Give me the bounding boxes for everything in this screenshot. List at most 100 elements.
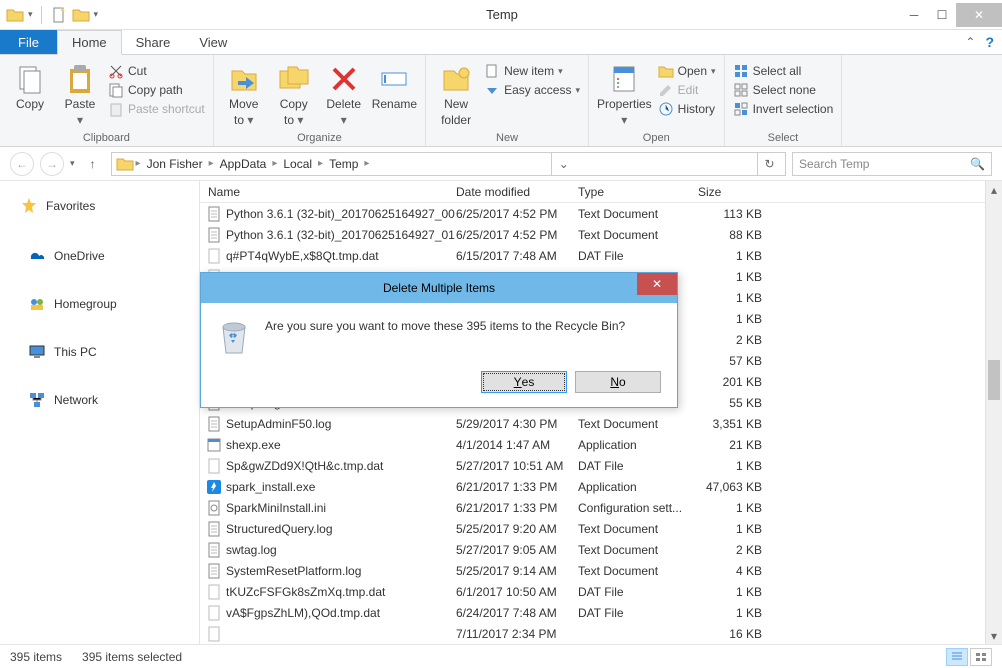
scrollbar[interactable]: ▴ ▾ bbox=[985, 181, 1002, 644]
file-name: Sp&gwZDd9X!QtH&c.tmp.dat bbox=[226, 459, 383, 473]
nav-history-dropdown[interactable]: ▾ bbox=[70, 158, 75, 169]
folder-icon bbox=[116, 156, 134, 172]
crumb-appdata[interactable]: AppData bbox=[216, 157, 271, 171]
refresh-button[interactable]: ↻ bbox=[757, 153, 781, 175]
select-all-button[interactable]: Select all bbox=[733, 63, 834, 79]
chevron-right-icon[interactable]: ▸ bbox=[364, 158, 369, 169]
file-type: DAT File bbox=[578, 249, 698, 263]
dialog-close-button[interactable]: ✕ bbox=[637, 273, 677, 295]
qat-dropdown-icon[interactable]: ▾ bbox=[28, 9, 33, 20]
sidebar-item-this-pc[interactable]: This PC bbox=[0, 339, 199, 365]
select-none-button[interactable]: Select none bbox=[733, 82, 834, 98]
sidebar-item-onedrive[interactable]: OneDrive bbox=[0, 243, 199, 269]
delete-button[interactable]: Delete ▾ bbox=[322, 59, 366, 127]
file-row[interactable]: Sp&gwZDd9X!QtH&c.tmp.dat 5/27/2017 10:51 … bbox=[200, 455, 1002, 476]
paste-shortcut-button[interactable]: Paste shortcut bbox=[108, 101, 205, 117]
tab-share[interactable]: Share bbox=[122, 30, 186, 54]
scrollbar-thumb[interactable] bbox=[988, 360, 1000, 400]
close-button[interactable]: ✕ bbox=[956, 3, 1002, 27]
minimize-button[interactable]: ─ bbox=[900, 3, 928, 27]
window-title: Temp bbox=[104, 7, 900, 22]
file-row[interactable]: shexp.exe4/1/2014 1:47 AMApplication21 K… bbox=[200, 434, 1002, 455]
chevron-right-icon[interactable]: ▸ bbox=[136, 158, 141, 169]
file-type: Text Document bbox=[578, 207, 698, 221]
easy-access-button[interactable]: Easy access ▾ bbox=[484, 82, 580, 98]
scrollbar-track[interactable] bbox=[986, 198, 1002, 627]
file-type: Text Document bbox=[578, 228, 698, 242]
chevron-right-icon[interactable]: ▸ bbox=[272, 158, 277, 169]
open-button[interactable]: Open ▾ bbox=[658, 63, 716, 79]
file-row[interactable]: vA$FgpsZhLM),QOd.tmp.dat 6/24/2017 7:48 A… bbox=[200, 602, 1002, 623]
copy-path-button[interactable]: Copy path bbox=[108, 82, 205, 98]
properties-icon[interactable] bbox=[72, 7, 90, 23]
column-date[interactable]: Date modified bbox=[456, 185, 578, 199]
move-to-button[interactable]: Move to ▾ bbox=[222, 59, 266, 127]
new-folder-button[interactable]: New folder bbox=[434, 59, 478, 127]
file-row[interactable]: SparkMiniInstall.ini6/21/2017 1:33 PMCon… bbox=[200, 497, 1002, 518]
search-input[interactable]: Search Temp 🔍 bbox=[792, 152, 992, 176]
rename-button[interactable]: Rename bbox=[372, 59, 417, 111]
crumb-temp[interactable]: Temp bbox=[325, 157, 362, 171]
new-doc-icon[interactable] bbox=[50, 7, 68, 23]
dialog-titlebar[interactable]: Delete Multiple Items ✕ bbox=[201, 273, 677, 303]
file-row[interactable]: StructuredQuery.log5/25/2017 9:20 AMText… bbox=[200, 518, 1002, 539]
nav-up-button[interactable]: ↑ bbox=[81, 152, 105, 176]
file-row[interactable]: Python 3.6.1 (32-bit)_20170625164927_00.… bbox=[200, 203, 1002, 224]
scroll-up-button[interactable]: ▴ bbox=[986, 181, 1002, 198]
address-dropdown-icon[interactable]: ⌄ bbox=[551, 153, 575, 175]
breadcrumb[interactable]: ▸ Jon Fisher ▸ AppData ▸ Local ▸ Temp ▸ … bbox=[111, 152, 786, 176]
paste-button[interactable]: Paste ▾ bbox=[58, 59, 102, 127]
file-row[interactable]: tKUZcFSFGk8sZmXq.tmp.dat6/1/2017 10:50 A… bbox=[200, 581, 1002, 602]
yes-button[interactable]: Yes bbox=[481, 371, 567, 393]
history-button[interactable]: History bbox=[658, 101, 716, 117]
chevron-right-icon[interactable]: ▸ bbox=[318, 158, 323, 169]
file-name: vA$FgpsZhLM),QOd.tmp.dat bbox=[226, 606, 380, 620]
file-row[interactable]: spark_install.exe6/21/2017 1:33 PMApplic… bbox=[200, 476, 1002, 497]
qat-chevron-icon[interactable]: ▾ bbox=[94, 9, 99, 20]
ribbon-tabs: File Home Share View ⌃ ? bbox=[0, 30, 1002, 55]
nav-back-button[interactable]: ← bbox=[10, 152, 34, 176]
chevron-right-icon[interactable]: ▸ bbox=[209, 158, 214, 169]
file-list[interactable]: Python 3.6.1 (32-bit)_20170625164927_00.… bbox=[200, 203, 1002, 644]
column-size[interactable]: Size bbox=[698, 185, 768, 199]
thumbnails-view-button[interactable] bbox=[970, 648, 992, 666]
file-date: 5/27/2017 10:51 AM bbox=[456, 459, 578, 473]
scroll-down-button[interactable]: ▾ bbox=[986, 627, 1002, 644]
tab-view[interactable]: View bbox=[185, 30, 242, 54]
maximize-button[interactable]: ☐ bbox=[928, 3, 956, 27]
tab-home[interactable]: Home bbox=[57, 30, 122, 55]
separator bbox=[41, 6, 42, 24]
cut-button[interactable]: Cut bbox=[108, 63, 205, 79]
collapse-ribbon-icon[interactable]: ⌃ bbox=[965, 35, 975, 49]
details-view-button[interactable] bbox=[946, 648, 968, 666]
invert-selection-button[interactable]: Invert selection bbox=[733, 101, 834, 117]
nav-forward-button[interactable]: → bbox=[40, 152, 64, 176]
no-button[interactable]: No bbox=[575, 371, 661, 393]
chevron-down-icon: ▾ bbox=[341, 113, 347, 127]
sidebar-item-favorites[interactable]: Favorites bbox=[0, 191, 199, 221]
edit-icon bbox=[658, 82, 674, 98]
file-row[interactable]: q#PT4qWybE,x$8Qt.tmp.dat6/15/2017 7:48 A… bbox=[200, 245, 1002, 266]
file-row[interactable]: SystemResetPlatform.log5/25/2017 9:14 AM… bbox=[200, 560, 1002, 581]
file-row[interactable]: 7/11/2017 2:34 PM16 KB bbox=[200, 623, 1002, 644]
folder-icon[interactable] bbox=[6, 7, 24, 23]
edit-button[interactable]: Edit bbox=[658, 82, 716, 98]
copy-to-button[interactable]: Copy to ▾ bbox=[272, 59, 316, 127]
file-row[interactable]: SetupAdminF50.log5/29/2017 4:30 PMText D… bbox=[200, 413, 1002, 434]
file-row[interactable]: Python 3.6.1 (32-bit)_20170625164927_01.… bbox=[200, 224, 1002, 245]
copy-button[interactable]: Copy bbox=[8, 59, 52, 111]
new-item-button[interactable]: New item ▾ bbox=[484, 63, 580, 79]
column-name[interactable]: Name bbox=[200, 185, 456, 199]
tab-file[interactable]: File bbox=[0, 30, 57, 54]
crumb-local[interactable]: Local bbox=[279, 157, 316, 171]
sidebar-item-homegroup[interactable]: Homegroup bbox=[0, 291, 199, 317]
file-row[interactable]: swtag.log5/27/2017 9:05 AMText Document2… bbox=[200, 539, 1002, 560]
this-pc-icon bbox=[28, 343, 46, 361]
file-date: 6/24/2017 7:48 AM bbox=[456, 606, 578, 620]
crumb-jon-fisher[interactable]: Jon Fisher bbox=[143, 157, 207, 171]
sidebar-item-network[interactable]: Network bbox=[0, 387, 199, 413]
properties-button[interactable]: Properties ▾ bbox=[597, 59, 652, 127]
column-type[interactable]: Type bbox=[578, 185, 698, 199]
help-icon[interactable]: ? bbox=[985, 34, 994, 50]
file-size: 1 KB bbox=[698, 501, 768, 515]
